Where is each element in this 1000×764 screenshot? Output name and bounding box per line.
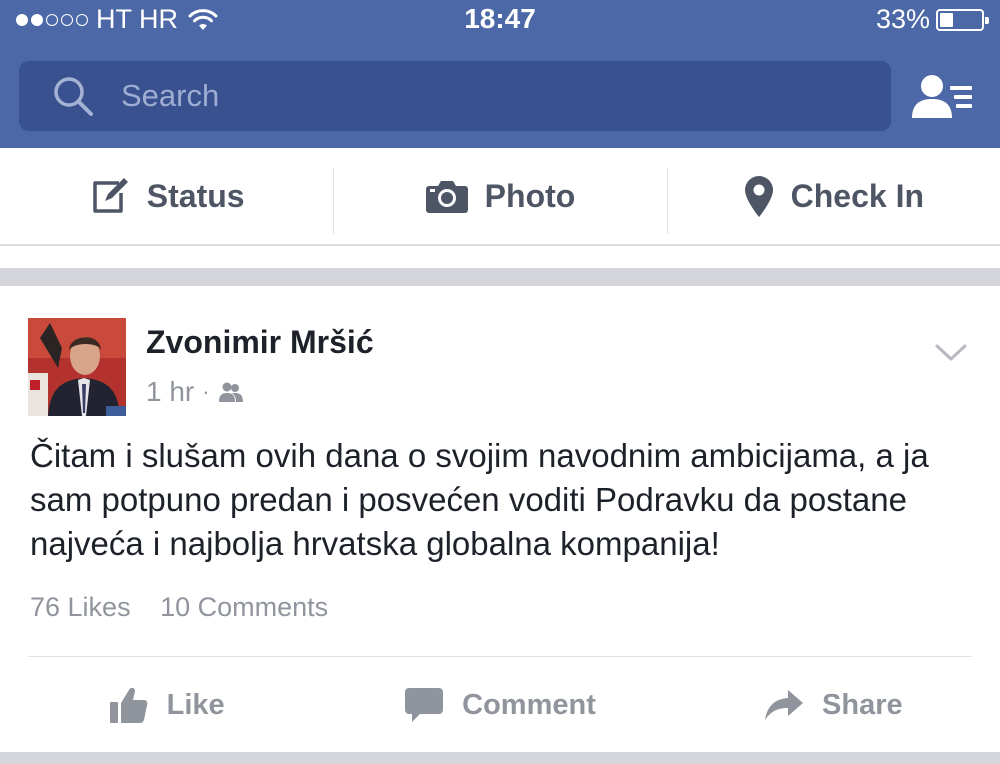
like-thumb-icon bbox=[109, 687, 148, 723]
comment-bubble-icon bbox=[405, 688, 444, 722]
search-bar[interactable] bbox=[19, 61, 891, 131]
post-meta: 1 hr · bbox=[146, 376, 244, 408]
post-stats: 76 Likes 10 Comments bbox=[30, 592, 328, 623]
share-arrow-icon bbox=[765, 690, 804, 720]
clock: 18:47 bbox=[464, 3, 536, 34]
status-label: Status bbox=[146, 177, 245, 214]
composer-bar: Status Photo Check In bbox=[0, 148, 1000, 246]
search-icon bbox=[54, 77, 93, 116]
checkin-label: Check In bbox=[790, 177, 924, 214]
status-bar: HT HR 18:47 33% bbox=[0, 0, 1000, 40]
comments-count[interactable]: 10 Comments bbox=[160, 592, 328, 622]
photo-label: Photo bbox=[484, 177, 576, 214]
post-actions: Like Comment Share bbox=[0, 658, 1000, 752]
camera-icon bbox=[425, 181, 468, 213]
friends-audience-icon[interactable] bbox=[218, 381, 244, 403]
feed-post: Zvonimir Mršić 1 hr · Čitam i slušam ovi… bbox=[0, 286, 1000, 764]
post-author[interactable]: Zvonimir Mršić bbox=[146, 324, 374, 361]
status-edit-icon bbox=[93, 178, 128, 213]
photo-button[interactable]: Photo bbox=[333, 148, 666, 244]
bottom-separator bbox=[0, 752, 1000, 764]
chevron-down-icon[interactable] bbox=[934, 342, 968, 364]
battery-percent: 33% bbox=[875, 4, 930, 34]
location-pin-icon bbox=[744, 176, 773, 217]
battery-tip bbox=[985, 16, 989, 24]
status-right: 33% bbox=[875, 4, 989, 35]
search-input[interactable] bbox=[121, 78, 821, 114]
avatar-photo bbox=[28, 318, 126, 416]
comment-button[interactable]: Comment bbox=[333, 658, 666, 752]
like-button[interactable]: Like bbox=[0, 658, 333, 752]
like-label: Like bbox=[166, 688, 225, 721]
post-divider bbox=[28, 656, 972, 657]
likes-count[interactable]: 76 Likes bbox=[30, 592, 131, 622]
feed-separator bbox=[0, 268, 1000, 286]
friend-requests-icon[interactable] bbox=[910, 72, 974, 120]
feed-gap bbox=[0, 246, 1000, 268]
meta-separator: · bbox=[202, 379, 210, 404]
battery-icon bbox=[936, 8, 989, 31]
comment-label: Comment bbox=[462, 688, 596, 721]
battery-fill bbox=[940, 12, 953, 27]
avatar[interactable] bbox=[28, 318, 126, 416]
share-button[interactable]: Share bbox=[667, 658, 1000, 752]
top-header: HT HR 18:47 33% bbox=[0, 0, 1000, 148]
checkin-button[interactable]: Check In bbox=[666, 148, 1000, 244]
post-time[interactable]: 1 hr bbox=[146, 376, 194, 408]
post-text: Čitam i slušam ovih dana o svojim navodn… bbox=[30, 437, 929, 562]
share-label: Share bbox=[822, 688, 903, 721]
status-button[interactable]: Status bbox=[0, 148, 333, 244]
